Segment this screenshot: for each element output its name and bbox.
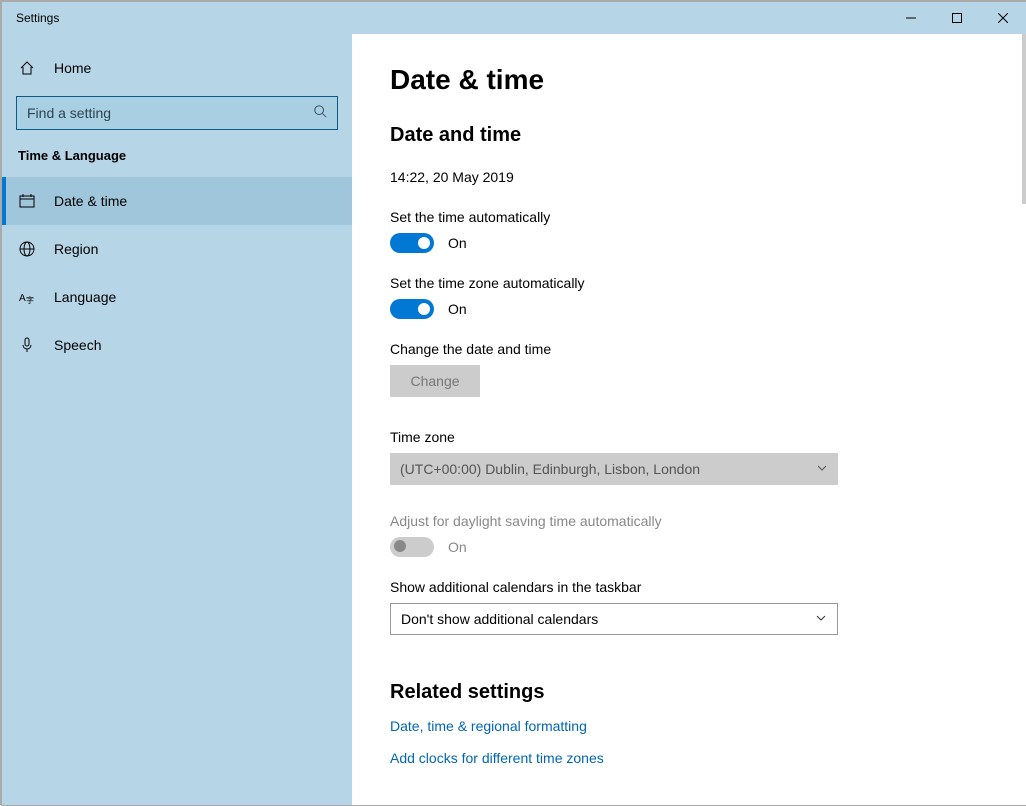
globe-icon — [18, 240, 36, 258]
close-icon — [998, 13, 1008, 23]
language-icon: A字 — [18, 288, 36, 306]
addl-cal-label: Show additional calendars in the taskbar — [390, 579, 986, 595]
nav-language[interactable]: A字 Language — [2, 273, 352, 321]
search-input[interactable] — [27, 105, 313, 121]
date-time-icon — [18, 192, 36, 210]
nav-date-time[interactable]: Date & time — [2, 177, 352, 225]
related-settings-title: Related settings — [390, 681, 986, 704]
page-title: Date & time — [390, 64, 986, 96]
change-dt-label: Change the date and time — [390, 341, 986, 357]
nav-date-time-label: Date & time — [54, 193, 127, 209]
nav-region-label: Region — [54, 241, 98, 257]
current-datetime: 14:22, 20 May 2019 — [390, 169, 986, 185]
caption-buttons — [888, 2, 1026, 34]
change-button: Change — [390, 365, 480, 397]
link-formatting[interactable]: Date, time & regional formatting — [390, 718, 986, 734]
nav-home[interactable]: Home — [2, 44, 352, 92]
svg-text:字: 字 — [26, 295, 34, 305]
nav-region[interactable]: Region — [2, 225, 352, 273]
svg-text:A: A — [19, 293, 26, 304]
set-time-auto-label: Set the time automatically — [390, 209, 986, 225]
titlebar: Settings — [2, 2, 1026, 34]
search-box[interactable] — [16, 96, 338, 130]
home-icon — [18, 59, 36, 77]
set-tz-auto-toggle[interactable] — [390, 299, 434, 319]
window-title: Settings — [16, 11, 59, 25]
maximize-icon — [952, 13, 962, 23]
addl-cal-value: Don't show additional calendars — [401, 611, 598, 627]
nav-speech[interactable]: Speech — [2, 321, 352, 369]
link-clocks[interactable]: Add clocks for different time zones — [390, 750, 986, 766]
minimize-button[interactable] — [888, 2, 934, 34]
set-time-auto-toggle[interactable] — [390, 233, 434, 253]
addl-cal-dropdown[interactable]: Don't show additional calendars — [390, 603, 838, 635]
close-button[interactable] — [980, 2, 1026, 34]
dst-label: Adjust for daylight saving time automati… — [390, 513, 986, 529]
nav-speech-label: Speech — [54, 337, 101, 353]
set-tz-auto-label: Set the time zone automatically — [390, 275, 986, 291]
dst-state: On — [448, 539, 467, 555]
sidebar: Home Time & Language Date & time Region — [2, 34, 352, 805]
scrollbar[interactable] — [1022, 34, 1026, 204]
category-header: Time & Language — [2, 148, 352, 177]
chevron-down-icon — [816, 461, 828, 477]
content-area: Date & time Date and time 14:22, 20 May … — [352, 34, 1026, 805]
search-icon — [313, 104, 327, 123]
microphone-icon — [18, 336, 36, 354]
maximize-button[interactable] — [934, 2, 980, 34]
set-time-auto-state: On — [448, 235, 467, 251]
timezone-dropdown: (UTC+00:00) Dublin, Edinburgh, Lisbon, L… — [390, 453, 838, 485]
timezone-label: Time zone — [390, 429, 986, 445]
nav-home-label: Home — [54, 60, 91, 76]
section-title: Date and time — [390, 124, 986, 147]
timezone-value: (UTC+00:00) Dublin, Edinburgh, Lisbon, L… — [400, 461, 700, 477]
set-tz-auto-state: On — [448, 301, 467, 317]
minimize-icon — [906, 13, 916, 23]
chevron-down-icon — [815, 611, 827, 627]
dst-toggle — [390, 537, 434, 557]
nav-language-label: Language — [54, 289, 116, 305]
